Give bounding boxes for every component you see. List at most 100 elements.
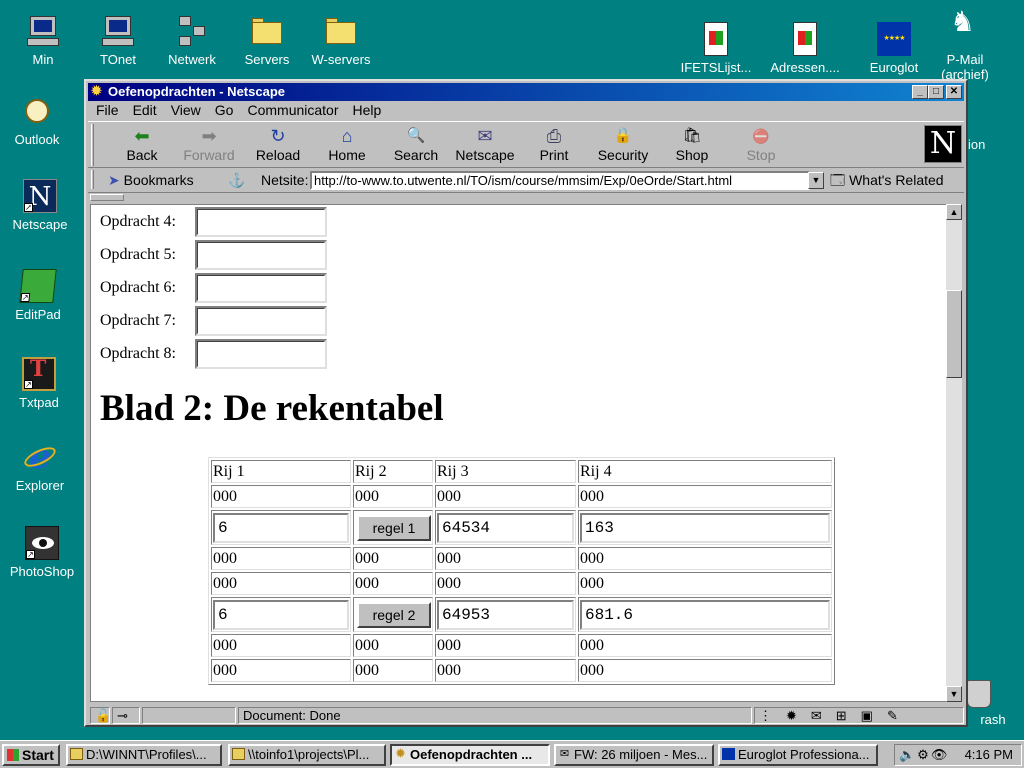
desktop-icon-netscape[interactable]: N ↗ Netscape <box>1 179 79 232</box>
desktop-icon-label: TOnet <box>100 52 136 67</box>
table-cell: 000 <box>578 547 832 570</box>
progress-bar <box>142 707 236 724</box>
desktop-icon-euroglot[interactable]: ★★★★ Euroglot <box>855 22 933 75</box>
vertical-scrollbar[interactable]: ▲ ▼ <box>946 204 962 702</box>
desktop-icon-label: Netwerk <box>168 52 216 67</box>
page-proxy-icon[interactable]: ⚓ <box>228 171 245 189</box>
rij-1-input[interactable]: 6 <box>213 599 349 630</box>
regel-1-button[interactable]: regel 1 <box>357 514 431 541</box>
search-icon: 🔍 <box>406 127 426 144</box>
desktop-icon-tonet[interactable]: TOnet <box>79 14 157 67</box>
reload-icon: ↻ <box>270 126 286 146</box>
desktop-icon-outlook[interactable]: Outlook <box>0 94 76 147</box>
scroll-down-button[interactable]: ▼ <box>946 686 962 702</box>
menu-help[interactable]: Help <box>353 102 382 118</box>
back-button[interactable]: ⬅ Back <box>109 126 175 166</box>
table-cell: 000 <box>211 659 351 682</box>
txtpad-icon: T ↗ <box>22 357 56 391</box>
desktop-icon-w-servers[interactable]: W-servers <box>302 14 380 67</box>
table-cell: 000 <box>435 659 576 682</box>
column-header: Rij 3 <box>435 460 576 483</box>
title-bar[interactable]: ✹ Oefenopdrachten - Netscape _ □ ✕ <box>88 83 964 101</box>
whats-related-button[interactable]: 🗔 What's Related <box>830 171 944 189</box>
security-status-icon[interactable]: 🔓 <box>90 707 111 724</box>
rij-3-input[interactable]: 64953 <box>437 599 574 630</box>
print-button[interactable]: ⎙ Print <box>521 126 587 166</box>
table-cell: 000 <box>435 634 576 657</box>
minimize-button[interactable]: _ <box>912 85 928 99</box>
table-cell: 000 <box>353 659 433 682</box>
status-text: Document: Done <box>238 707 752 724</box>
desktop-icon-servers[interactable]: Servers <box>228 14 306 67</box>
desktop-icon-txtpad[interactable]: T ↗ Txtpad <box>0 357 78 410</box>
search-button[interactable]: 🔍 Search <box>383 126 449 166</box>
tray-icons[interactable]: 🔈⚙👁 <box>899 745 949 765</box>
home-button[interactable]: ⌂ Home <box>314 126 380 166</box>
taskbar-item-projects[interactable]: \\toinfo1\projects\Pl... <box>228 744 386 766</box>
close-button[interactable]: ✕ <box>946 85 962 99</box>
netscape-logo[interactable]: N <box>924 125 962 163</box>
euroglot-icon <box>722 748 735 760</box>
regel-2-button[interactable]: regel 2 <box>357 601 431 628</box>
opdracht-7-input[interactable] <box>195 306 327 336</box>
desktop-icon-label: rash <box>980 712 1006 727</box>
maximize-button[interactable]: □ <box>928 85 944 99</box>
url-field[interactable]: http://to-www.to.utwente.nl/TO/ism/cours… <box>310 171 810 190</box>
menu-communicator[interactable]: Communicator <box>247 102 338 118</box>
shopping-bag-icon: 🛍 <box>682 127 702 144</box>
opdracht-5-input[interactable] <box>195 240 327 270</box>
collapsed-toolbar-tab[interactable] <box>88 192 964 201</box>
system-tray: 🔈⚙👁 4:16 PM <box>894 744 1022 766</box>
status-bar: 🔓 ⊸ Document: Done ⋮✹✉⊞▣✎ <box>88 705 964 725</box>
table-cell: 000 <box>211 547 351 570</box>
desktop-icon-photoshop[interactable]: ↗ PhotoShop <box>3 526 81 579</box>
rij-3-input[interactable]: 64534 <box>437 512 574 543</box>
start-button[interactable]: Start <box>2 744 60 766</box>
desktop-icon-adressen[interactable]: Adressen.... <box>766 22 844 75</box>
menu-view[interactable]: View <box>171 102 201 118</box>
desktop-icon-netwerk[interactable]: Netwerk <box>153 14 231 67</box>
document-icon <box>704 22 728 56</box>
toolbar-grip[interactable] <box>91 124 94 166</box>
menu-file[interactable]: File <box>96 102 119 118</box>
desktop-icon-label: PhotoShop <box>9 564 75 579</box>
opdracht-6-input[interactable] <box>195 273 327 303</box>
desktop-icon-explorer[interactable]: e Explorer <box>1 440 79 493</box>
desktop-icon-ifetslijst[interactable]: IFETSLijst... <box>677 22 755 75</box>
rij-1-input[interactable]: 6 <box>213 512 349 543</box>
folder-icon <box>250 14 284 48</box>
taskbar-item-euroglot[interactable]: Euroglot Professiona... <box>718 744 878 766</box>
desktop-icon-pmail[interactable]: ♞ P-Mail (archief) <box>926 8 1004 83</box>
scroll-thumb[interactable] <box>946 290 962 378</box>
rij-4-input[interactable]: 163 <box>580 512 830 543</box>
stop-button[interactable]: ⛔ Stop <box>728 126 794 166</box>
opdracht-4-input[interactable] <box>195 207 327 237</box>
component-bar: ⋮✹✉⊞▣✎ <box>754 707 964 724</box>
reload-button[interactable]: ↻ Reload <box>245 126 311 166</box>
desktop-icon-editpad[interactable]: ↗ EditPad <box>0 269 77 322</box>
desktop-partial-label: ion <box>968 137 986 152</box>
computer-icon <box>101 14 135 48</box>
photoshop-icon: ↗ <box>25 526 59 560</box>
table-cell: 000 <box>211 485 351 508</box>
taskbar: Start D:\WINNT\Profiles\... \\toinfo1\pr… <box>0 740 1024 768</box>
forward-button[interactable]: ➡ Forward <box>176 126 242 166</box>
shop-button[interactable]: 🛍 Shop <box>659 126 725 166</box>
taskbar-item-mail[interactable]: ✉ FW: 26 miljoen - Mes... <box>554 744 714 766</box>
scroll-up-button[interactable]: ▲ <box>946 204 962 220</box>
opdracht-8-input[interactable] <box>195 339 327 369</box>
taskbar-item-profiles[interactable]: D:\WINNT\Profiles\... <box>66 744 222 766</box>
netscape-icon: N ↗ <box>23 179 57 213</box>
table-header-row: Rij 1 Rij 2 Rij 3 Rij 4 <box>211 460 832 483</box>
menu-go[interactable]: Go <box>215 102 234 118</box>
taskbar-item-oefenopdrachten[interactable]: ✹ Oefenopdrachten ... <box>390 744 550 766</box>
url-dropdown-button[interactable]: ▼ <box>808 172 824 189</box>
my-netscape-button[interactable]: ✉ Netscape <box>452 126 518 166</box>
menu-edit[interactable]: Edit <box>133 102 157 118</box>
toolbar-grip[interactable] <box>91 170 94 189</box>
security-button[interactable]: 🔒 Security <box>590 126 656 166</box>
desktop-icon-min[interactable]: Min <box>4 14 82 67</box>
mail-icon: ✉ <box>559 748 570 760</box>
rij-4-input[interactable]: 681.6 <box>580 599 830 630</box>
bookmarks-button[interactable]: ➤ Bookmarks <box>108 171 194 189</box>
